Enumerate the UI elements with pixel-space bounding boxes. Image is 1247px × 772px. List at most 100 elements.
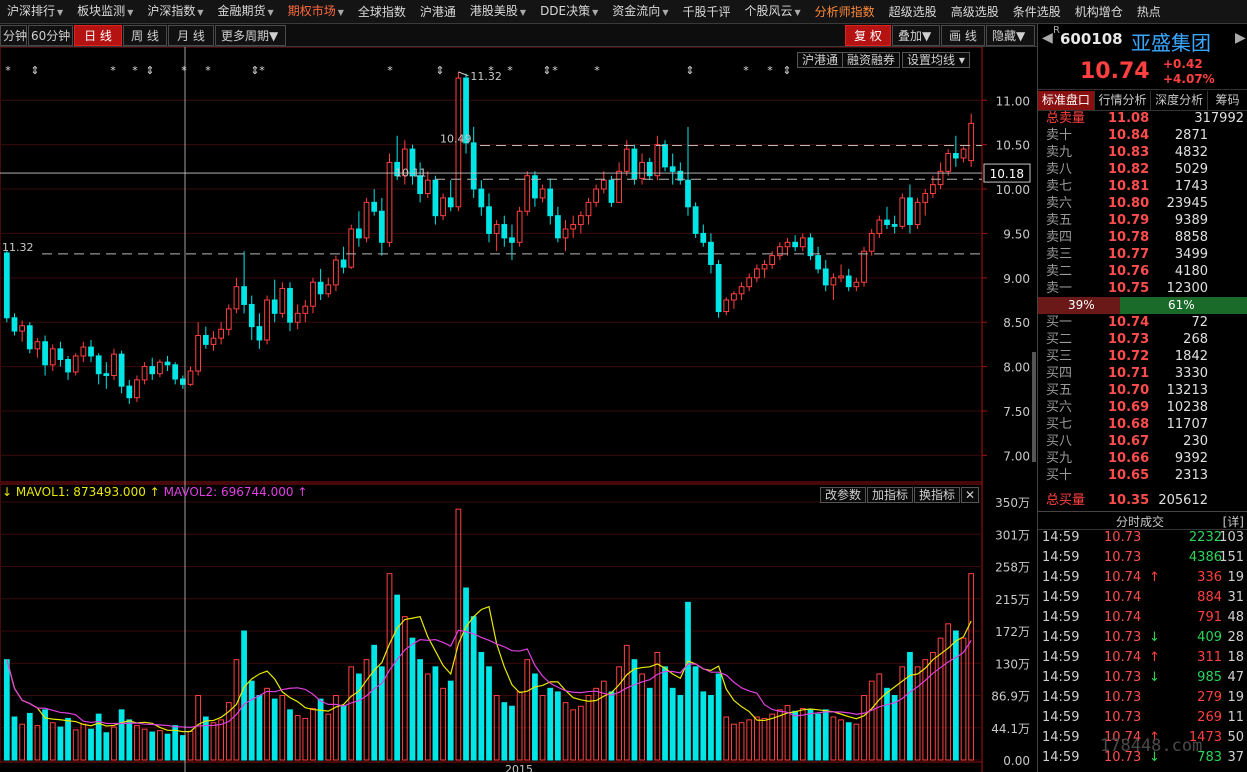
volume-bar xyxy=(608,691,615,761)
menu-item-8[interactable]: DDE决策 ▼ xyxy=(533,0,605,23)
menu-item-0[interactable]: 沪深排行 ▼ xyxy=(0,0,70,23)
volume-bar xyxy=(187,730,194,761)
event-marker-icon: ⇕ xyxy=(542,64,551,77)
tick-time: 14:59 xyxy=(1042,710,1080,725)
total-buy-volume: 205612 xyxy=(1158,493,1208,508)
candle-body xyxy=(149,366,156,375)
ask-row[interactable]: 卖九 10.83 4832 xyxy=(1038,144,1247,161)
hide-dropdown[interactable]: 隐藏▼ xyxy=(986,25,1035,46)
candle-body xyxy=(524,175,531,212)
total-buy-row: 总买量 10.35 205612 xyxy=(1038,492,1247,509)
volume-bar xyxy=(715,673,722,761)
add-indicator-button[interactable]: 加指标 xyxy=(867,487,914,503)
ask-row[interactable]: 卖十 10.84 2871 xyxy=(1038,127,1247,144)
volume-bar xyxy=(34,725,41,761)
overlay-dropdown[interactable]: 叠加▼ xyxy=(892,25,940,46)
bid-row[interactable]: 买十 10.65 2313 xyxy=(1038,467,1247,484)
ask-row[interactable]: 卖五 10.79 9389 xyxy=(1038,212,1247,229)
bid-row[interactable]: 买三 10.72 1842 xyxy=(1038,348,1247,365)
volume-bar xyxy=(792,710,799,761)
bid-row[interactable]: 买八 10.67 230 xyxy=(1038,433,1247,450)
chevron-down-icon: ▼ xyxy=(197,7,204,17)
menu-item-14[interactable]: 高级选股 xyxy=(944,0,1006,23)
ask-price: 10.79 xyxy=(1108,213,1150,228)
tab-chips[interactable]: 筹码 xyxy=(1208,91,1247,110)
period-60min-button[interactable]: 60分钟 xyxy=(28,25,73,46)
bid-price: 10.68 xyxy=(1108,417,1150,432)
chevron-down-icon: ▼ xyxy=(519,7,527,17)
volume-bar xyxy=(731,723,737,761)
menu-item-2[interactable]: 沪深指数 ▼ xyxy=(140,0,210,23)
swap-indicator-button[interactable]: 换指标 xyxy=(914,487,961,503)
menu-item-6[interactable]: 沪港通 xyxy=(413,0,463,23)
period-weekly-button[interactable]: 周 线 xyxy=(123,25,167,46)
menu-item-1[interactable]: 板块监测 ▼ xyxy=(70,0,140,23)
chevron-left-icon[interactable]: ◀ xyxy=(1042,30,1053,46)
draw-line-button[interactable]: 画 线 xyxy=(941,25,985,46)
menu-item-5[interactable]: 全球指数 xyxy=(351,0,413,23)
menu-item-10[interactable]: 千股千评 xyxy=(675,0,737,23)
candle-body xyxy=(470,142,477,190)
period-monthly-button[interactable]: 月 线 xyxy=(168,25,214,46)
candle-body xyxy=(325,284,332,295)
volume-bar xyxy=(570,709,577,761)
ask-row[interactable]: 卖四 10.78 8858 xyxy=(1038,229,1247,246)
stock-name: 亚盛集团 xyxy=(1131,31,1211,55)
menu-item-15[interactable]: 条件选股 xyxy=(1006,0,1068,23)
period-minute-button[interactable]: 分钟 xyxy=(0,25,27,46)
kline-chart-area[interactable]: 11.00 10.50 10.00 9.50 9.00 8.50 8.00 7.50 7.00 3… xyxy=(0,47,1037,772)
candle-body xyxy=(179,378,186,385)
bid-row[interactable]: 买一 10.74 72 xyxy=(1038,314,1247,331)
volume-bar xyxy=(294,715,301,761)
menu-item-12[interactable]: 分析师指数 xyxy=(808,0,882,23)
candle-body xyxy=(914,201,921,226)
volume-bar xyxy=(233,659,240,761)
bid-row[interactable]: 买四 10.71 3330 xyxy=(1038,365,1247,382)
menu-item-3[interactable]: 金融期货 ▼ xyxy=(211,0,281,23)
tab-market-analysis[interactable]: 行情分析 xyxy=(1095,91,1152,110)
ask-row[interactable]: 卖六 10.80 23945 xyxy=(1038,195,1247,212)
candle-body xyxy=(3,252,10,319)
menu-item-13[interactable]: 超级选股 xyxy=(882,0,944,23)
candle-body xyxy=(608,179,615,203)
ma-settings-dropdown[interactable]: 设置均线 ▾ xyxy=(902,52,970,68)
ask-row[interactable]: 卖二 10.76 4180 xyxy=(1038,263,1247,280)
tab-deep-analysis[interactable]: 深度分析 xyxy=(1151,91,1209,110)
menu-item-17[interactable]: 热点 xyxy=(1130,0,1168,23)
event-marker-icon: * xyxy=(767,64,773,77)
close-icon[interactable]: ✕ xyxy=(961,487,980,503)
bid-price: 10.70 xyxy=(1108,383,1150,398)
ask-row[interactable]: 卖三 10.77 3499 xyxy=(1038,246,1247,263)
bid-volume: 13213 xyxy=(1166,383,1208,398)
tick-time: 14:59 xyxy=(1042,630,1080,645)
menu-item-9[interactable]: 资金流向 ▼ xyxy=(605,0,675,23)
period-daily-button[interactable]: 日 线 xyxy=(74,25,122,46)
bid-row[interactable]: 买六 10.69 10238 xyxy=(1038,399,1247,416)
tick-row: 14:59 10.73 279 19 xyxy=(1038,688,1247,708)
more-periods-dropdown[interactable]: 更多周期▼ xyxy=(215,25,286,46)
bid-row[interactable]: 买二 10.73 268 xyxy=(1038,331,1247,348)
change-params-button[interactable]: 改参数 xyxy=(820,487,867,503)
ask-row[interactable]: 卖一 10.75 12300 xyxy=(1038,280,1247,297)
restore-rights-button[interactable]: 复 权 xyxy=(845,25,891,46)
bid-row[interactable]: 买七 10.68 11707 xyxy=(1038,416,1247,433)
x-axis-year-label: 2015 xyxy=(505,763,533,772)
menu-item-7[interactable]: 港股美股 ▼ xyxy=(463,0,533,23)
menu-item-11[interactable]: 个股风云 ▼ xyxy=(737,0,807,23)
chevron-right-icon[interactable]: ▶ xyxy=(1235,30,1246,46)
ask-row[interactable]: 卖七 10.81 1743 xyxy=(1038,178,1247,195)
menu-item-16[interactable]: 机构增仓 xyxy=(1068,0,1130,23)
tab-standard-book[interactable]: 标准盘口 xyxy=(1038,91,1095,110)
margin-trading-button[interactable]: 融资融券 xyxy=(842,52,901,68)
volume-bar xyxy=(562,702,569,761)
ask-row[interactable]: 卖八 10.82 5029 xyxy=(1038,161,1247,178)
kline-chart[interactable]: 11.00 10.50 10.00 9.50 9.00 8.50 8.00 7.50 7.00 3… xyxy=(0,47,1037,772)
volume-legend: ↓ MAVOL1: 873493.000 ↑ MAVOL2: 696744.00… xyxy=(2,485,307,499)
bid-row[interactable]: 买五 10.70 13213 xyxy=(1038,382,1247,399)
candle-body xyxy=(639,161,645,179)
hgt-button[interactable]: 沪港通 xyxy=(797,52,844,68)
bid-row[interactable]: 买九 10.66 9392 xyxy=(1038,450,1247,467)
menu-item-4[interactable]: 期权市场 ▼ xyxy=(281,0,351,23)
volume-bar xyxy=(401,616,408,761)
tick-row: 14:59 10.73 4386 151 xyxy=(1038,548,1247,568)
